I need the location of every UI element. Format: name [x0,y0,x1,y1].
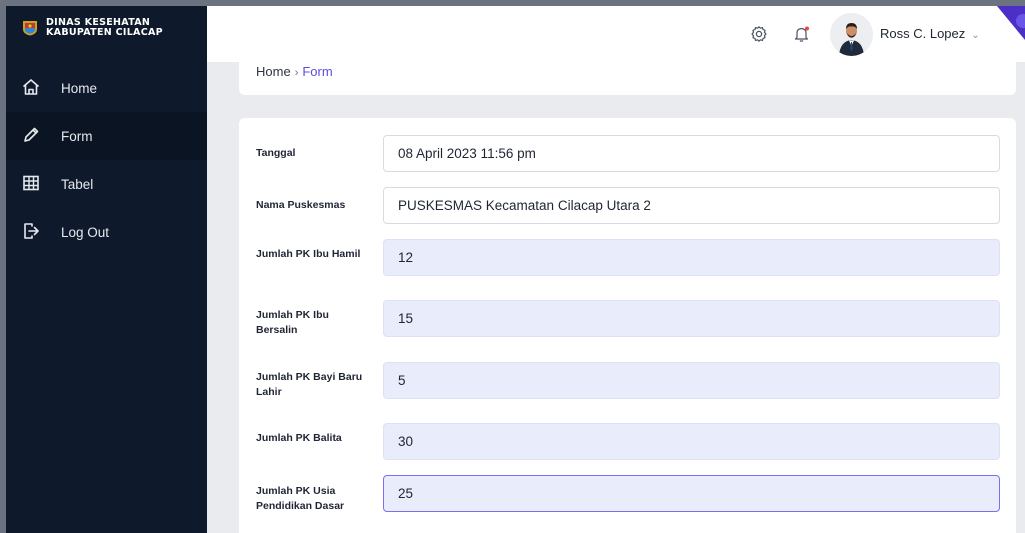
field-label-balita: Jumlah PK Balita [256,432,342,444]
table-icon [21,173,41,196]
field-label-ibu-hamil: Jumlah PK Ibu Hamil [256,248,361,260]
brand: DINAS KESEHATAN KABUPATEN CILACAP [6,6,207,50]
sidebar-item-label: Home [61,80,98,96]
bayi-baru-lahir-field[interactable] [383,362,1000,399]
sidebar-item-logout[interactable]: Log Out [6,208,207,256]
corner-ribbon-icon [991,6,1025,46]
usia-pendidikan-dasar-field[interactable] [383,475,1000,512]
sidebar-item-tabel[interactable]: Tabel [6,160,207,208]
sidebar-item-form[interactable]: Form [6,112,207,160]
sidebar-item-label: Tabel [61,176,94,192]
brand-name: DINAS KESEHATAN KABUPATEN CILACAP [46,18,163,38]
field-label-ibu-bersalin: Jumlah PK Ibu Bersalin [256,309,329,336]
field-label-usia-pendidikan-dasar: Jumlah PK Usia Pendidikan Dasar [256,485,345,512]
field-label-bayi-baru-lahir: Jumlah PK Bayi Baru Lahir [256,371,363,398]
tanggal-field[interactable] [383,135,1000,172]
ibu-bersalin-field[interactable] [383,300,1000,337]
app-window: DINAS KESEHATAN KABUPATEN CILACAP Home F… [6,6,1025,533]
chevron-down-icon: ⌄ [971,30,980,41]
settings-icon[interactable] [750,25,768,43]
home-icon [21,77,41,100]
user-menu[interactable]: Ross C. Lopez ⌄ [880,26,980,41]
form-card: Tanggal Nama Puskesmas Jumlah PK Ibu Ham… [239,118,1016,533]
logout-icon [21,221,41,244]
breadcrumb-current: Form [302,64,333,79]
nama-puskesmas-field[interactable] [383,187,1000,224]
ibu-hamil-field[interactable] [383,239,1000,276]
brand-line-2: KABUPATEN CILACAP [46,27,163,38]
sidebar: DINAS KESEHATAN KABUPATEN CILACAP Home F… [6,6,207,533]
avatar[interactable] [830,13,873,56]
pencil-icon [21,125,41,148]
user-name: Ross C. Lopez [880,26,966,41]
crest-logo-icon [22,20,38,36]
sidebar-nav: Home Form Tabel Log Out [6,64,207,256]
sidebar-item-label: Form [61,128,93,144]
field-label-tanggal: Tanggal [256,147,296,159]
field-label-nama-puskesmas: Nama Puskesmas [256,199,346,211]
sidebar-item-home[interactable]: Home [6,64,207,112]
balita-field[interactable] [383,423,1000,460]
breadcrumb: Home › Form [239,62,1016,95]
top-header: Ross C. Lopez ⌄ [207,6,1025,62]
breadcrumb-home-link[interactable]: Home [256,64,291,79]
sidebar-item-label: Log Out [61,224,110,240]
breadcrumb-separator: › [294,67,299,79]
bell-icon[interactable] [793,25,811,43]
